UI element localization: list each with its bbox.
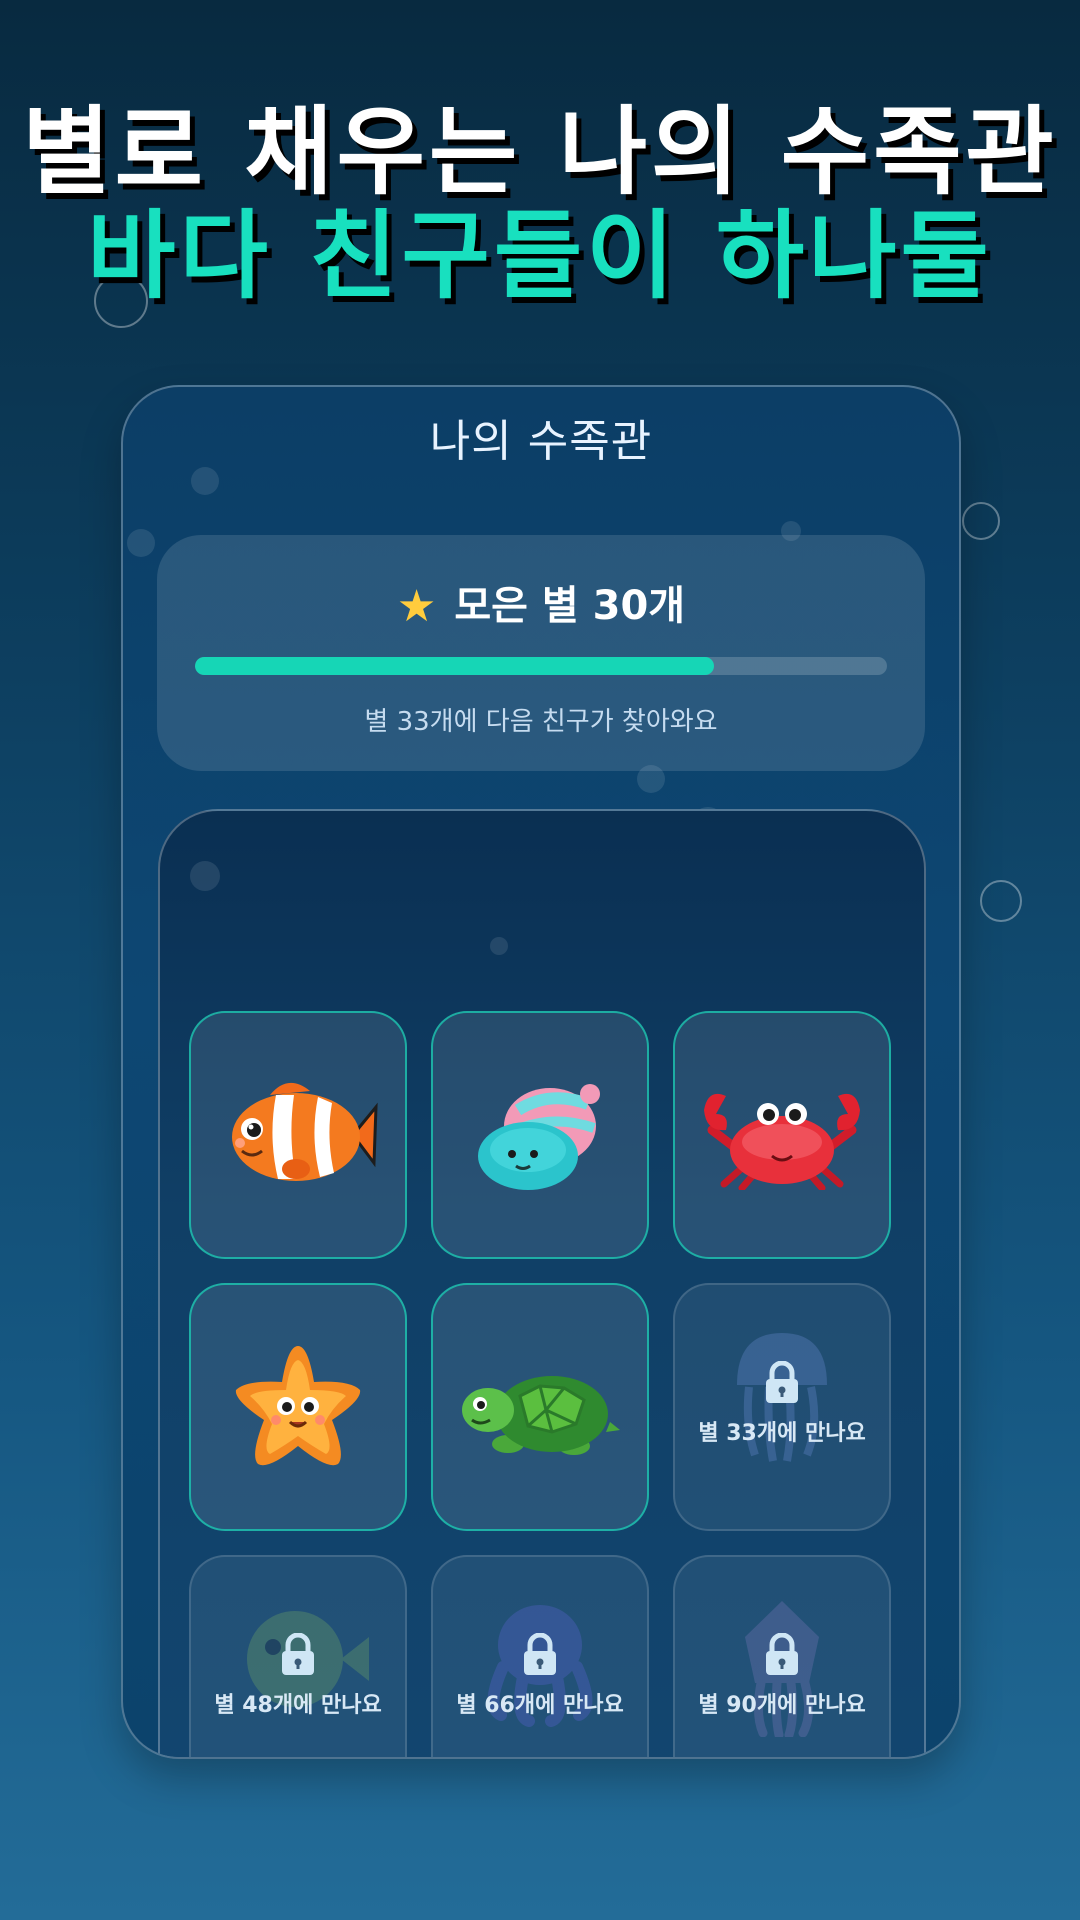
bubble-decoration	[191, 467, 219, 495]
bubble-decoration	[190, 861, 220, 891]
bubble-decoration	[637, 765, 665, 793]
friend-card-squid-locked[interactable]: 별 90개에 만나요	[673, 1555, 891, 1757]
friend-card-octopus-locked[interactable]: 별 66개에 만나요	[431, 1555, 649, 1757]
bubble-decoration	[980, 880, 1022, 922]
bubble-decoration	[962, 502, 1000, 540]
lock-icon	[282, 1633, 314, 1675]
crab-icon	[704, 1093, 860, 1190]
page-title: 나의 수족관	[429, 416, 653, 467]
friend-card-crab[interactable]	[673, 1011, 891, 1259]
friend-card-jellyfish-locked[interactable]: 별 33개에 만나요	[673, 1283, 891, 1531]
headline-line1: 별로 채우는 나의 수족관	[22, 96, 1058, 208]
unlock-requirement-text: 별 90개에 만나요	[698, 1693, 866, 1718]
friend-card-clownfish[interactable]	[189, 1011, 407, 1259]
friend-card-starfish[interactable]	[189, 1283, 407, 1531]
lock-icon	[766, 1361, 798, 1403]
bubble-decoration	[127, 529, 155, 557]
star-icon: ★	[396, 581, 437, 632]
unlock-requirement-text: 별 48개에 만나요	[214, 1693, 382, 1718]
snail-icon	[478, 1084, 600, 1190]
star-progress-fill	[195, 657, 714, 675]
aquarium-tank: 별 33개에 만나요 별 48개에 만나요 별 66개에 만나요 별 90개에 …	[158, 809, 926, 1757]
unlock-requirement-text: 별 66개에 만나요	[456, 1693, 624, 1718]
lock-icon	[766, 1633, 798, 1675]
phone-frame: 나의 수족관 ★ 모은 별 30개 별 33개에 다음 친구가 찾아와요 별 3…	[121, 385, 961, 1759]
friend-card-turtle[interactable]	[431, 1283, 649, 1531]
star-progress-bar	[195, 657, 887, 675]
headline-line2: 바다 친구들이 하나둘	[87, 200, 993, 312]
starfish-icon	[235, 1346, 361, 1466]
star-count-label: 모은 별 30개	[454, 583, 686, 629]
star-count-row: ★ 모은 별 30개	[157, 573, 925, 632]
friend-card-snail[interactable]	[431, 1011, 649, 1259]
next-friend-text: 별 33개에 다음 친구가 찾아와요	[364, 707, 718, 737]
friend-card-pufferfish-locked[interactable]: 별 48개에 만나요	[189, 1555, 407, 1757]
headline: 별로 채우는 나의 수족관 바다 친구들이 하나둘	[0, 100, 1080, 308]
unlock-requirement-text: 별 33개에 만나요	[698, 1421, 866, 1446]
turtle-icon	[462, 1376, 620, 1455]
bubble-decoration	[490, 937, 508, 955]
clownfish-icon	[232, 1082, 378, 1181]
star-progress-card: ★ 모은 별 30개 별 33개에 다음 친구가 찾아와요	[157, 535, 925, 771]
lock-icon	[524, 1633, 556, 1675]
friends-grid: 별 33개에 만나요 별 48개에 만나요 별 66개에 만나요 별 90개에 …	[189, 1011, 897, 1757]
